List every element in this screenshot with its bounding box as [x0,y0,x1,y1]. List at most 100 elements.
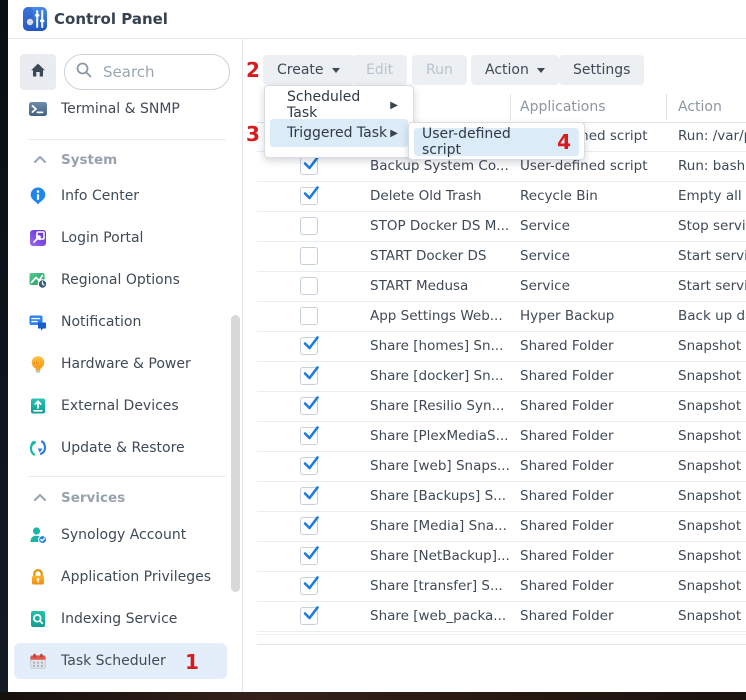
submenu-arrow-icon: ▶ [390,128,398,139]
table-row[interactable]: START Docker DS Service Start servic [257,242,746,272]
task-action: Run: /var/p [678,122,746,151]
column-divider[interactable] [510,94,511,120]
table-footer-line [257,634,746,635]
task-enabled-checkbox[interactable] [300,247,318,265]
task-enabled-checkbox[interactable] [300,457,318,475]
task-enabled-checkbox[interactable] [300,367,318,385]
table-row[interactable]: START Medusa Service Start servic [257,272,746,302]
table-row[interactable]: Share [Resilio Syn... Shared Folder Snap… [257,392,746,422]
table-row[interactable]: Delete Old Trash Recycle Bin Empty all R [257,182,746,212]
task-enabled-checkbox[interactable] [300,187,318,205]
task-enabled-checkbox[interactable] [300,547,318,565]
table-row[interactable]: App Settings Web... Hyper Backup Back up… [257,302,746,332]
task-enabled-checkbox[interactable] [300,397,318,415]
task-action: Snapshot [678,512,746,541]
sidebar-item-indexing-service[interactable]: Indexing Service [14,601,227,637]
sidebar-item-regional-options[interactable]: Regional Options [14,262,227,298]
sidebar-item-login-portal[interactable]: Login Portal [14,220,227,256]
menu-item-user-defined-script[interactable]: User-defined script 4 [414,128,579,156]
task-application: Shared Folder [520,602,672,631]
table-row[interactable]: Share [web_packa... Shared Folder Snapsh… [257,602,746,632]
search-input[interactable] [101,62,215,82]
table-row[interactable]: Share [Backups] S... Shared Folder Snaps… [257,482,746,512]
task-name: STOP Docker DS M... [370,212,516,241]
section-label: System [61,152,117,168]
task-application: Shared Folder [520,512,672,541]
task-action: Snapshot [678,362,746,391]
task-name: Share [homes] Sn... [370,332,516,361]
sidebar-item-info-center[interactable]: Info Center [14,178,227,214]
task-enabled-checkbox[interactable] [300,277,318,295]
annotation-1: 1 [185,652,199,672]
home-button[interactable] [20,54,56,90]
task-action: Snapshot [678,392,746,421]
task-enabled-checkbox[interactable] [300,487,318,505]
action-button-label: Action [485,62,529,78]
sidebar-section-system[interactable]: System [14,149,214,171]
task-name: App Settings Web... [370,302,516,331]
run-button[interactable]: Run [412,55,467,85]
task-enabled-checkbox[interactable] [300,427,318,445]
task-application: Service [520,242,672,271]
run-button-label: Run [426,62,453,78]
sidebar-section-services[interactable]: Services [14,487,214,509]
table-row[interactable]: Share [NetBackup]... Shared Folder Snaps… [257,542,746,572]
submenu-arrow-icon: ▶ [390,100,398,111]
hardware-power-icon: 1 [28,354,48,374]
create-button-label: Create [277,62,324,78]
task-name: Share [web_packa... [370,602,516,631]
caret-down-icon [332,68,340,73]
menu-item-triggered-task[interactable]: Triggered Task ▶ [270,119,408,147]
sidebar-item-synology-account[interactable]: Synology Account [14,517,227,553]
notification-icon [28,312,48,332]
chevron-up-icon [33,490,47,506]
svg-text:1: 1 [34,361,37,366]
table-row[interactable]: Share [homes] Sn... Shared Folder Snapsh… [257,332,746,362]
sidebar-search[interactable] [64,54,230,90]
task-enabled-checkbox[interactable] [300,337,318,355]
task-enabled-checkbox[interactable] [300,157,318,175]
task-enabled-checkbox[interactable] [300,307,318,325]
action-button[interactable]: Action [471,55,559,85]
sidebar-item-label: Hardware & Power [61,356,191,372]
task-enabled-checkbox[interactable] [300,607,318,625]
task-enabled-checkbox[interactable] [300,577,318,595]
task-action: Empty all R [678,182,746,211]
table-footer-line [257,644,746,645]
edit-button[interactable]: Edit [352,55,407,85]
task-application: Service [520,212,672,241]
sidebar-divider [28,476,226,477]
table-row[interactable]: Share [transfer] S... Shared Folder Snap… [257,572,746,602]
settings-button[interactable]: Settings [559,55,644,85]
sidebar-item-external-devices[interactable]: External Devices [14,388,227,424]
indexing-service-icon [28,609,48,629]
sidebar-item-application-privileges[interactable]: Application Privileges [14,559,227,595]
table-row[interactable]: Share [web] Snaps... Shared Folder Snaps… [257,452,746,482]
annotation-4: 4 [557,132,571,152]
sidebar-item-label: Indexing Service [61,611,177,627]
menu-item-scheduled-task[interactable]: Scheduled Task ▶ [270,91,408,119]
sidebar-scrollbar-thumb[interactable] [231,315,240,592]
column-divider[interactable] [666,94,667,120]
task-name: START Docker DS [370,242,516,271]
chevron-up-icon [33,152,47,168]
table-row[interactable]: Share [Media] Sna... Shared Folder Snaps… [257,512,746,542]
task-enabled-checkbox[interactable] [300,517,318,535]
desktop-edge-left [0,0,8,700]
column-header-applications[interactable]: Applications [520,92,606,122]
sidebar-item-terminal-snmp[interactable]: Terminal & SNMP [14,91,227,127]
task-name: Share [NetBackup]... [370,542,516,571]
table-row[interactable]: Share [docker] Sn... Shared Folder Snaps… [257,362,746,392]
task-enabled-checkbox[interactable] [300,217,318,235]
table-row[interactable]: STOP Docker DS M... Service Stop servic [257,212,746,242]
sidebar-item-hardware-power[interactable]: 1 Hardware & Power [14,346,227,382]
column-header-action[interactable]: Action [678,92,722,122]
task-application: Recycle Bin [520,182,672,211]
table-row[interactable]: Share [PlexMediaS... Shared Folder Snaps… [257,422,746,452]
task-name: START Medusa [370,272,516,301]
sidebar-divider [28,139,226,140]
create-button[interactable]: Create [263,55,354,85]
sidebar-item-update-restore[interactable]: Update & Restore [14,430,227,466]
sidebar-item-notification[interactable]: Notification [14,304,227,340]
task-application: Shared Folder [520,332,672,361]
